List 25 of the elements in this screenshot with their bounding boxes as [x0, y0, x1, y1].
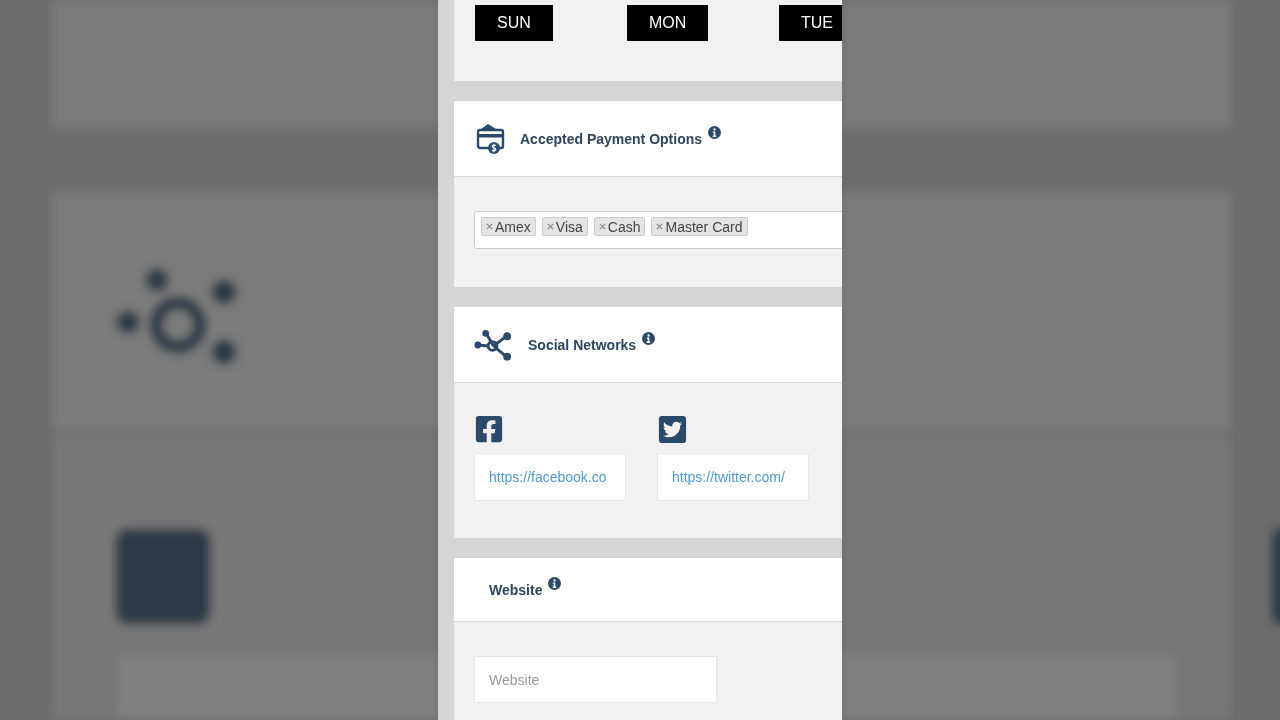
- tag-label: Master Card: [665, 219, 743, 234]
- remove-icon[interactable]: [486, 223, 493, 230]
- remove-icon[interactable]: [656, 223, 664, 230]
- credit-card-icon: [474, 122, 506, 155]
- twitter-icon: [657, 413, 688, 445]
- tag-label: Cash: [607, 219, 641, 234]
- url-value: https://twitter.com/: [672, 467, 785, 487]
- info-icon[interactable]: [548, 576, 562, 590]
- website-field[interactable]: Website: [474, 656, 717, 703]
- remove-icon[interactable]: [598, 223, 606, 230]
- section-title: Website: [489, 581, 543, 598]
- info-icon[interactable]: [642, 331, 656, 345]
- day-button[interactable]: MON: [627, 5, 709, 41]
- section-title: Social Networks: [528, 336, 637, 353]
- section-title: Accepted Payment Options: [520, 130, 703, 147]
- url-value: https://facebook.co: [489, 467, 607, 487]
- network-icon: [474, 328, 513, 361]
- remove-icon[interactable]: [546, 223, 554, 230]
- facebook-icon: [474, 414, 504, 444]
- tag-label: Visa: [555, 219, 583, 234]
- day-button[interactable]: TUE: [779, 5, 842, 41]
- tag-label: Amex: [495, 219, 531, 234]
- info-icon[interactable]: [708, 125, 722, 139]
- tags-field[interactable]: Amex Visa Cash Master Card: [474, 211, 842, 249]
- day-button[interactable]: SUN: [475, 5, 553, 41]
